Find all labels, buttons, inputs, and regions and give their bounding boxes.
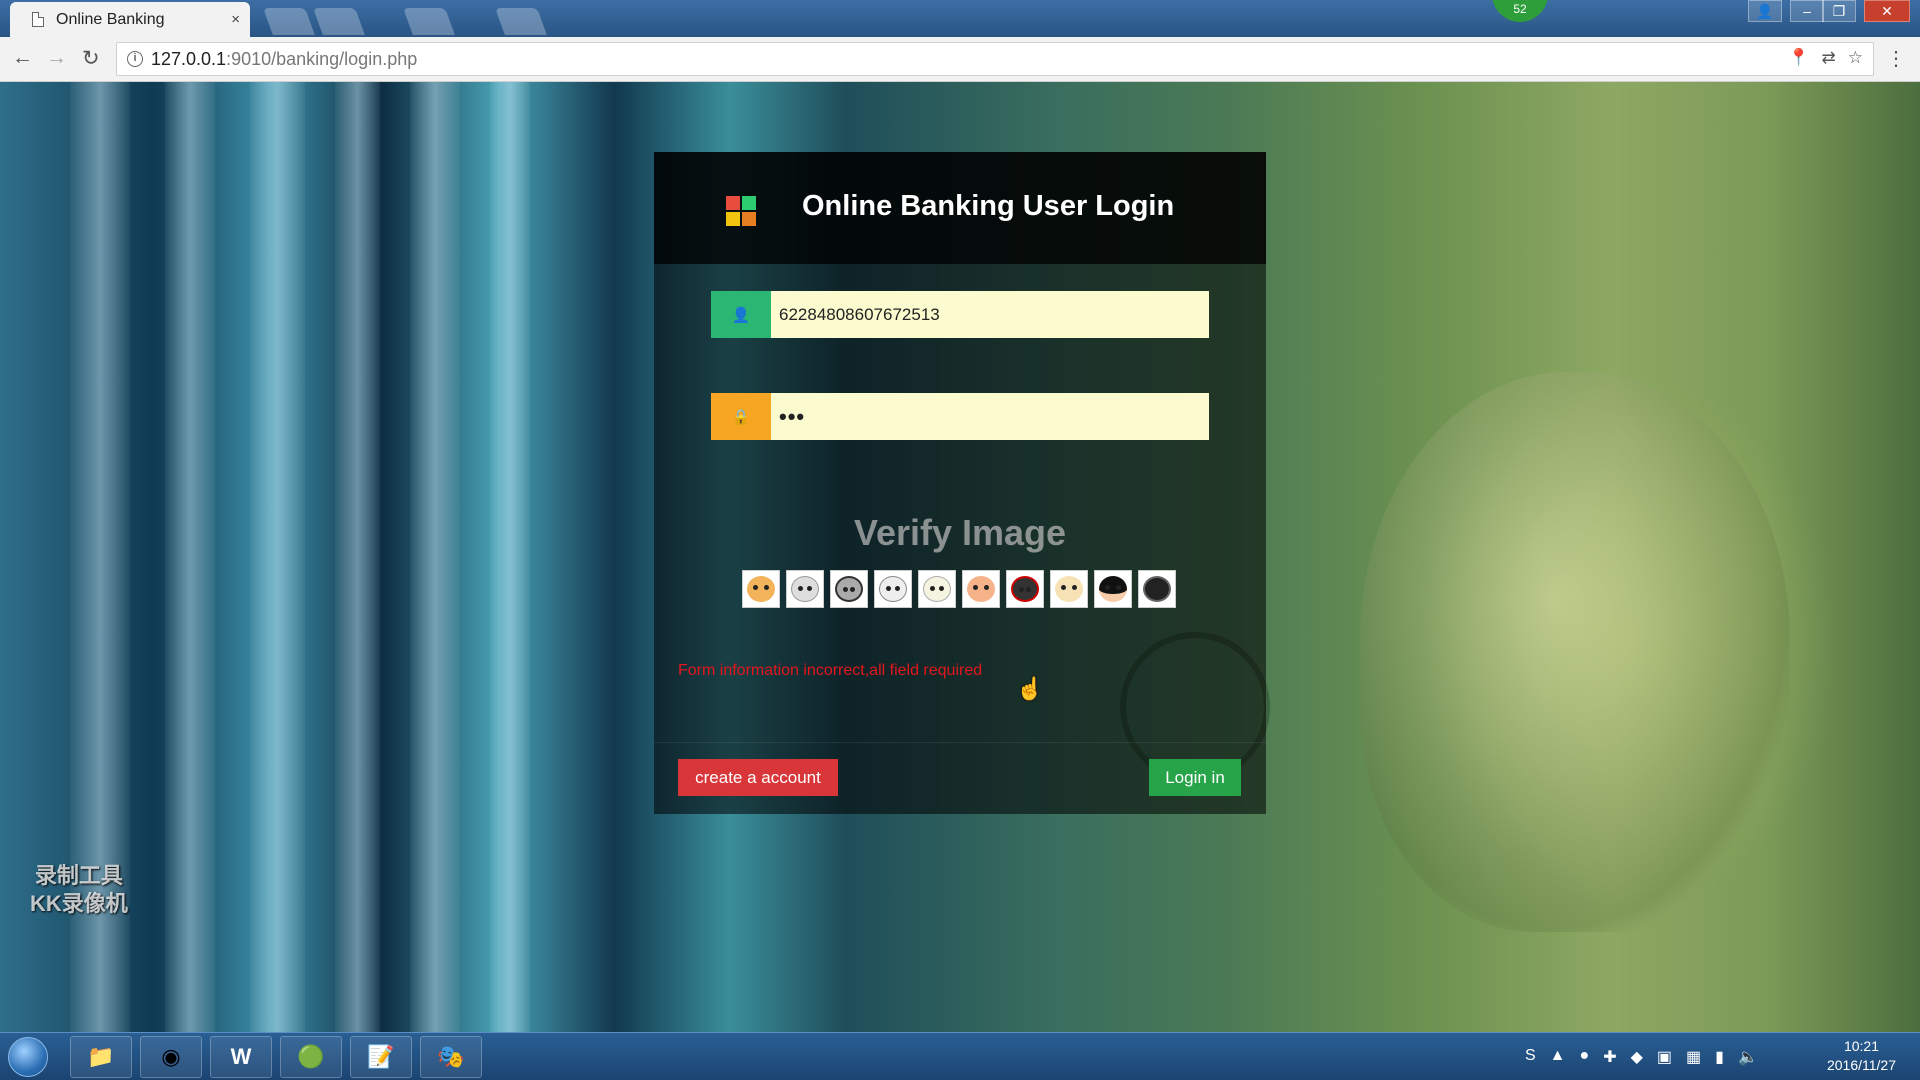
background-tab-3[interactable] [495, 8, 547, 35]
document-icon [32, 12, 44, 27]
banknote-portrait [1360, 372, 1790, 932]
ime-icon[interactable]: S [1525, 1047, 1536, 1067]
verify-image-cat-3[interactable] [1050, 570, 1088, 608]
background-pillar [250, 82, 305, 1032]
pin-icon[interactable]: 📍 [1788, 48, 1809, 68]
watermark-line-2: KK录像机 [30, 891, 128, 916]
minimize-button[interactable]: – [1790, 0, 1824, 22]
maximize-button[interactable]: ❐ [1822, 0, 1856, 22]
verify-image-row [742, 570, 1176, 608]
reload-icon[interactable]: ↻ [82, 46, 100, 71]
background-pillar [335, 82, 380, 1032]
verify-image-bird[interactable] [962, 570, 1000, 608]
plus-icon[interactable]: ✚ [1603, 1047, 1616, 1067]
new-tab-button[interactable] [263, 8, 315, 35]
password-input[interactable]: ••• [771, 393, 1209, 440]
translate-icon[interactable]: ⇄ [1822, 48, 1836, 68]
verify-image-cat-1[interactable] [742, 570, 780, 608]
verify-image-rabbits[interactable] [874, 570, 912, 608]
back-arrow-icon[interactable]: ← [12, 46, 33, 70]
browser-menu-icon[interactable]: ⋮ [1886, 46, 1906, 71]
verify-image-cat-2[interactable] [786, 570, 824, 608]
background-pillar [490, 82, 530, 1032]
login-header: Online Banking User Login [654, 152, 1266, 264]
security-icon[interactable]: ● [1580, 1047, 1590, 1067]
background-tab-1[interactable] [313, 8, 365, 35]
clock-date: 2016/11/27 [1826, 1057, 1896, 1073]
user-profile-icon[interactable]: 👤 [1748, 0, 1782, 22]
green-app-icon[interactable]: 🟢 [280, 1036, 342, 1078]
verify-image-bear[interactable] [918, 570, 956, 608]
background-pillar [410, 82, 460, 1032]
create-account-button[interactable]: create a account [678, 759, 838, 796]
taskbar-clock[interactable]: 10:21 2016/11/27 [1827, 1037, 1896, 1075]
watermark-line-1: 录制工具 [34, 863, 123, 888]
browser-toolbar: ← → ↻ i 127.0.0.1 :9010/banking/login.ph… [0, 37, 1920, 82]
verify-image-raccoon[interactable] [830, 570, 868, 608]
password-field-group: 🔒 ••• [711, 393, 1209, 440]
chrome-icon[interactable]: ◉ [140, 1036, 202, 1078]
login-button[interactable]: Login in [1149, 759, 1241, 796]
footer-divider [654, 742, 1266, 743]
login-title: Online Banking User Login [802, 190, 1175, 222]
start-button[interactable] [8, 1037, 48, 1077]
app-tray-icon[interactable]: ◆ [1631, 1047, 1643, 1067]
error-message: Form information incorrect,all field req… [678, 662, 983, 679]
tab-close-icon[interactable]: × [231, 11, 240, 28]
lock-icon: 🔒 [711, 393, 771, 440]
verify-image-cat-4[interactable] [1138, 570, 1176, 608]
tray-expand-icon[interactable]: ▲ [1550, 1047, 1566, 1067]
volume-icon[interactable]: 🔈 [1738, 1047, 1758, 1067]
close-window-button[interactable]: ✕ [1864, 0, 1910, 22]
background-tab-2[interactable] [403, 8, 455, 35]
login-panel: Online Banking User Login 👤 622848086076… [654, 152, 1266, 814]
user-icon: 👤 [711, 291, 771, 338]
recorder-app-icon[interactable]: 🎭 [420, 1036, 482, 1078]
windows-taskbar: 📁 ◉ W 🟢 📝 🎭 S ▲ ● ✚ ◆ ▣ ▦ ▮ 🔈 10:21 2016… [0, 1032, 1920, 1080]
address-bar[interactable]: i 127.0.0.1 :9010/banking/login.php 📍 ⇄ … [116, 42, 1874, 76]
verify-image-title: Verify Image [853, 512, 1067, 553]
browser-titlebar: Online Banking × 52 👤 – ❐ ✕ [0, 0, 1920, 37]
signal-icon[interactable]: ▮ [1715, 1047, 1724, 1067]
username-input[interactable]: 62284808607672513 [771, 291, 1209, 338]
word-processor-icon[interactable]: W [210, 1036, 272, 1078]
clock-time: 10:21 [1843, 1038, 1879, 1054]
recorder-watermark: 录制工具 KK录像机 [30, 862, 128, 918]
browser-tab-online-banking[interactable]: Online Banking × [10, 2, 250, 37]
windows-logo-icon [726, 196, 756, 226]
url-host: 127.0.0.1 [151, 48, 227, 69]
speed-counter-badge[interactable]: 52 [1492, 0, 1548, 22]
notepad-icon[interactable]: 📝 [350, 1036, 412, 1078]
bookmark-star-icon[interactable]: ☆ [1848, 48, 1863, 68]
system-tray: S ▲ ● ✚ ◆ ▣ ▦ ▮ 🔈 [1525, 1047, 1758, 1067]
forward-arrow-icon[interactable]: → [46, 46, 67, 70]
network-monitor-icon[interactable]: ▦ [1686, 1047, 1701, 1067]
info-icon[interactable]: i [127, 51, 143, 67]
clipboard-icon[interactable]: ▣ [1657, 1047, 1672, 1067]
url-path: :9010/banking/login.php [226, 48, 418, 69]
file-explorer-icon[interactable]: 📁 [70, 1036, 132, 1078]
verify-image-girl[interactable] [1094, 570, 1132, 608]
mouse-cursor-icon: ☝ [1016, 676, 1044, 701]
username-field-group: 👤 62284808607672513 [711, 291, 1209, 338]
verify-image-husky[interactable] [1006, 570, 1044, 608]
tab-title: Online Banking [56, 10, 165, 28]
background-pillar [165, 82, 215, 1032]
